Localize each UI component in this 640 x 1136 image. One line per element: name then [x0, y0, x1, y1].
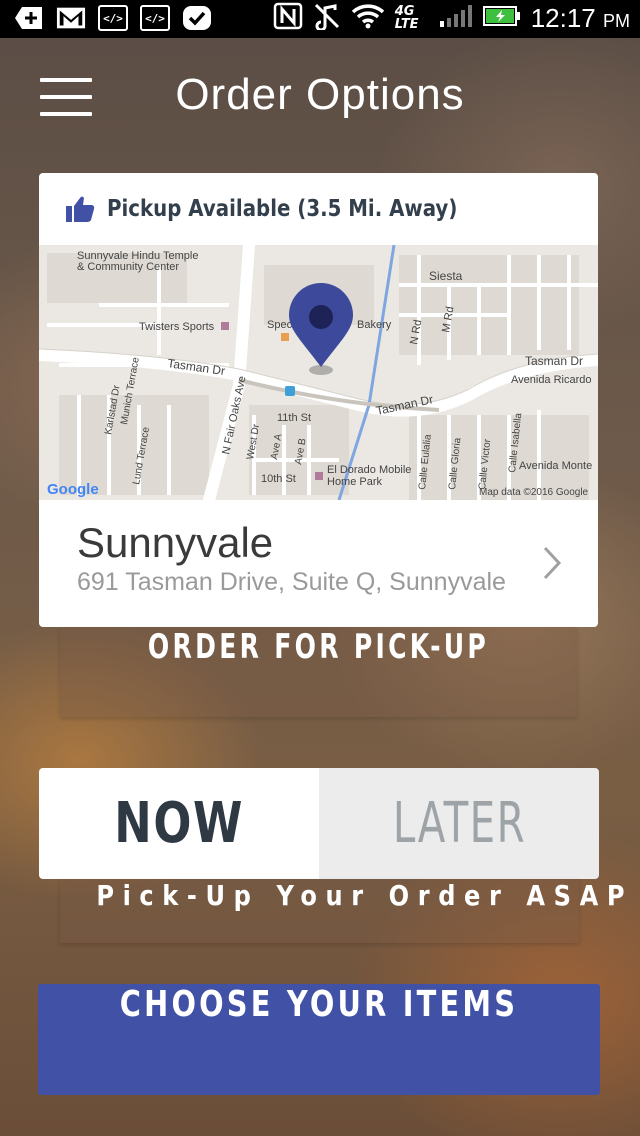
order-for-pickup-button[interactable]: ORDER FOR PICK-UP [60, 627, 577, 717]
location-map[interactable]: Sunnyvale Hindu Temple & Community Cente… [39, 245, 598, 500]
map-label: Twisters Sports [139, 321, 215, 333]
map-label: Tasman Dr [525, 354, 583, 368]
asap-label: Pick-Up Your Order ASAP [96, 879, 634, 912]
map-label: & Community Center [77, 261, 179, 273]
location-card[interactable]: Pickup Available (3.5 Mi. Away) Sunnyval… [39, 173, 598, 627]
map-label: Siesta [429, 269, 463, 283]
code-icon: </> [98, 4, 128, 32]
nfc-icon [273, 2, 303, 34]
mute-icon [313, 2, 341, 34]
map-label: Avenida Monte [519, 460, 592, 472]
choose-items-label: CHOOSE YOUR ITEMS [119, 984, 519, 1025]
location-name: Sunnyvale [77, 519, 274, 566]
chevron-right-icon[interactable] [542, 545, 562, 581]
later-option[interactable]: LATER [319, 768, 599, 879]
clock-time: 12:17 [530, 2, 596, 33]
location-address: 691 Tasman Drive, Suite Q, Sunnyvale [77, 568, 506, 596]
clock: 12:17 PM [531, 3, 630, 34]
map-label: Avenida Ricardo [511, 374, 592, 386]
asap-banner: Pick-Up Your Order ASAP [60, 879, 634, 943]
later-label: LATER [392, 791, 526, 856]
map-label: El Dorado Mobile [327, 464, 411, 476]
check-icon [182, 4, 212, 32]
now-option[interactable]: NOW [39, 768, 319, 879]
map-label: Bakery [357, 319, 392, 331]
map-attribution: Map data ©2016 Google [479, 487, 589, 498]
order-for-pickup-label: ORDER FOR PICK-UP [147, 627, 490, 667]
add-icon [14, 4, 44, 32]
timing-toggle[interactable]: NOW LATER [39, 768, 599, 879]
wifi-icon [351, 3, 385, 33]
battery-icon [482, 5, 521, 31]
clock-ampm: PM [603, 10, 630, 31]
signal-icon [439, 3, 473, 33]
choose-items-button[interactable]: CHOOSE YOUR ITEMS [38, 984, 600, 1095]
availability-label: Pickup Available (3.5 Mi. Away) [107, 196, 458, 222]
thumbs-up-icon [66, 196, 95, 222]
status-bar: </> </> 4G LTE 12:17 PM [0, 0, 640, 38]
map-label: Home Park [327, 476, 383, 488]
map-label: Spec [267, 319, 293, 331]
network-type-label: 4G LTE [394, 4, 419, 32]
page-title: Order Options [175, 70, 465, 119]
map-label: 10th St [261, 473, 296, 485]
now-label: NOW [114, 791, 244, 856]
code-icon: </> [140, 4, 170, 32]
google-logo: Google [47, 481, 99, 498]
gmail-icon [56, 4, 86, 32]
map-label: 11th St [277, 412, 311, 424]
availability-header: Pickup Available (3.5 Mi. Away) [39, 173, 598, 245]
